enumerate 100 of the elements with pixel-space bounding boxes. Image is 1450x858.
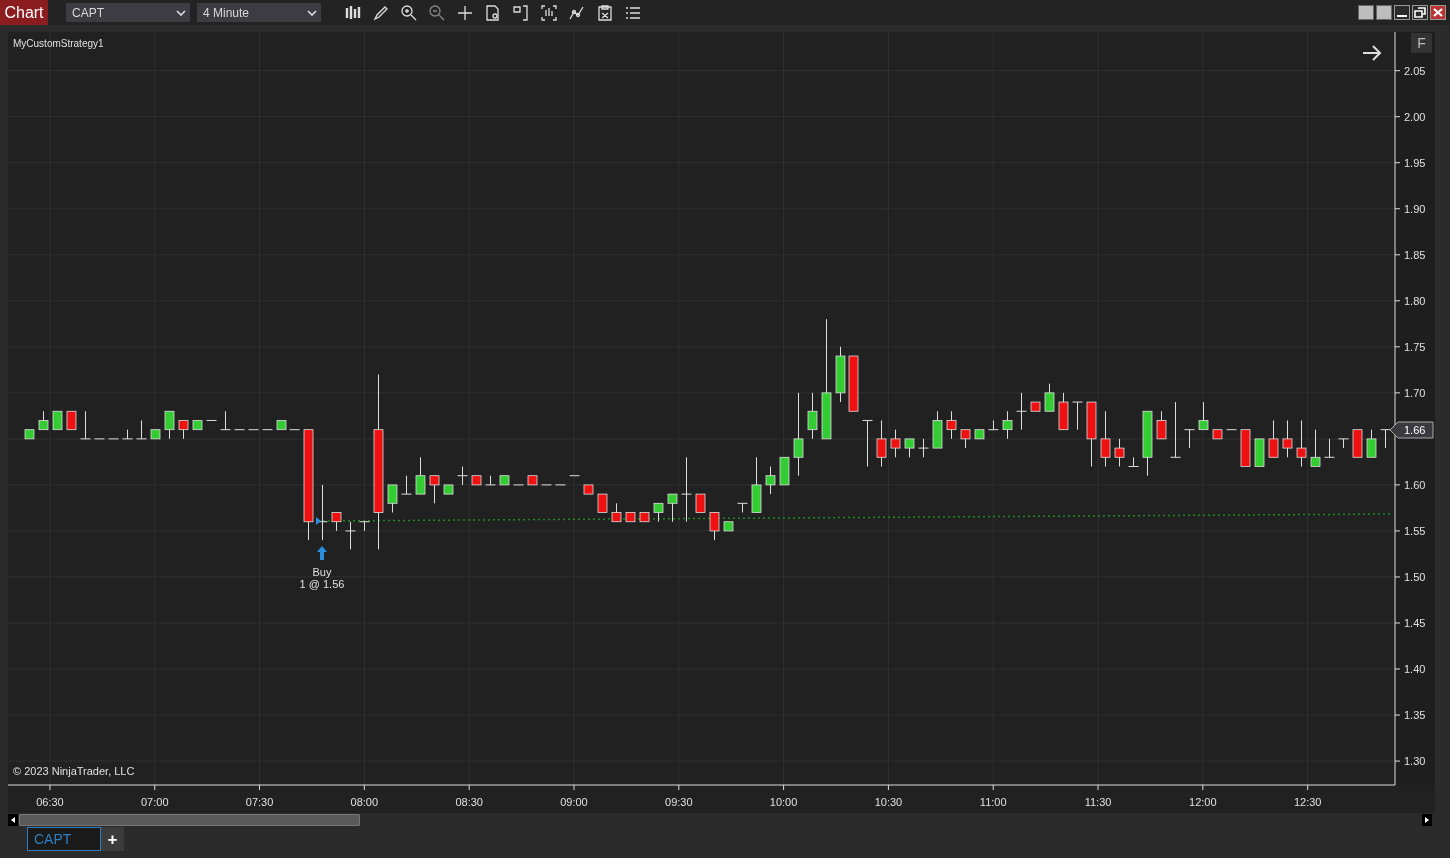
time-axis-label: 08:30 xyxy=(455,796,483,808)
candlestick xyxy=(1030,401,1041,412)
candlestick xyxy=(862,419,873,467)
bracket-icon xyxy=(512,3,530,22)
candlestick xyxy=(1240,429,1251,467)
candlestick xyxy=(38,410,49,431)
scroll-left-icon[interactable] xyxy=(8,814,18,826)
candlestick xyxy=(1114,438,1125,467)
price-axis-label: 1.90 xyxy=(1404,202,1426,215)
candlestick xyxy=(1380,429,1391,449)
candlestick xyxy=(625,512,636,523)
candlestick xyxy=(1296,419,1307,467)
candlestick xyxy=(1212,429,1223,440)
candlestick xyxy=(1352,429,1363,458)
restore-icon[interactable] xyxy=(1412,5,1428,20)
execution-label: Buy xyxy=(312,566,332,578)
candlestick xyxy=(331,512,342,532)
price-axis-label: 2.05 xyxy=(1404,64,1426,77)
price-axis-label: 1.70 xyxy=(1404,386,1426,399)
scale-button[interactable]: F xyxy=(1411,33,1432,53)
price-axis-label: 1.40 xyxy=(1404,663,1426,675)
time-axis-label: 07:00 xyxy=(140,796,169,808)
candlestick xyxy=(52,410,63,431)
candlestick xyxy=(848,355,859,412)
time-axis-label: 06:30 xyxy=(36,796,64,808)
arrow-up-icon xyxy=(317,546,327,560)
minimize-icon[interactable] xyxy=(1394,5,1410,20)
execution-detail: 1 @ 1.56 xyxy=(299,578,345,590)
candlestick xyxy=(192,420,203,431)
candlestick xyxy=(1170,401,1181,458)
crosshair-icon xyxy=(456,3,474,22)
candlestick xyxy=(904,438,915,458)
time-axis-label: 11:00 xyxy=(979,796,1007,808)
time-axis-label: 09:30 xyxy=(665,796,693,808)
candlestick-icon xyxy=(344,3,362,22)
time-axis-label: 10:00 xyxy=(769,796,798,808)
candlestick xyxy=(1282,419,1293,458)
candlestick xyxy=(695,493,706,513)
price-axis-label: 1.95 xyxy=(1404,156,1426,169)
candlestick xyxy=(359,521,370,532)
dropdown[interactable]: CAPT xyxy=(66,3,190,22)
arrow-right-icon[interactable] xyxy=(1362,45,1382,61)
price-axis-label: 1.80 xyxy=(1404,294,1426,307)
candlestick xyxy=(1310,429,1321,467)
scrollbar-thumb[interactable] xyxy=(19,814,360,826)
candlestick xyxy=(960,429,971,449)
document-search-icon xyxy=(484,3,502,22)
candlestick xyxy=(1072,401,1083,431)
copyright-text: © 2023 NinjaTrader, LLC xyxy=(13,765,135,777)
candlestick xyxy=(779,456,790,486)
dropdown[interactable]: 4 Minute xyxy=(197,3,321,22)
price-axis-label: 1.75 xyxy=(1404,340,1426,353)
candlestick xyxy=(164,410,175,440)
candlestick xyxy=(80,410,91,440)
price-axis-label: 1.30 xyxy=(1404,755,1426,768)
candlestick xyxy=(807,392,818,440)
chart-tab[interactable]: CAPT xyxy=(27,827,101,851)
candlestick xyxy=(276,420,287,431)
time-axis-label: 12:30 xyxy=(1293,796,1322,808)
candlestick xyxy=(499,475,510,486)
candlestick xyxy=(387,484,398,514)
candlestick xyxy=(946,410,957,440)
time-axis-label: 08:00 xyxy=(350,796,379,808)
close-icon[interactable] xyxy=(1430,5,1446,20)
chevron-down-icon xyxy=(307,9,317,16)
zoom-in-icon xyxy=(400,3,418,22)
add-tab-button[interactable]: + xyxy=(101,827,124,851)
price-axis-label: 1.45 xyxy=(1404,617,1426,629)
candlestick xyxy=(345,521,356,550)
candlestick xyxy=(178,419,189,440)
scroll-right-icon[interactable] xyxy=(1422,814,1432,826)
candlestick xyxy=(457,465,468,486)
candlestick xyxy=(737,502,748,514)
candlestick xyxy=(974,429,985,440)
clipboard-icon xyxy=(596,3,614,22)
candlestick xyxy=(1156,410,1167,440)
candlestick xyxy=(653,502,664,523)
candlestick xyxy=(136,419,147,440)
candlestick xyxy=(1128,456,1139,467)
candlestick xyxy=(66,410,77,431)
zoom-out-icon xyxy=(428,3,446,22)
candlestick xyxy=(527,475,538,486)
candlestick xyxy=(611,502,622,523)
price-axis-label: 1.55 xyxy=(1404,524,1426,537)
candlestick xyxy=(1184,429,1195,449)
candlestick xyxy=(1016,392,1027,431)
price-axis-label: 1.60 xyxy=(1404,478,1426,491)
candlestick xyxy=(24,429,35,440)
window-button[interactable] xyxy=(1358,5,1374,20)
candlestick xyxy=(1044,383,1055,412)
candlestick xyxy=(793,392,804,477)
window-title: Chart xyxy=(0,0,48,25)
candlestick xyxy=(1254,438,1265,467)
current-price-marker: 1.66 xyxy=(1389,421,1434,439)
candlestick xyxy=(723,521,734,532)
time-axis-label: 10:30 xyxy=(874,796,903,808)
candlestick xyxy=(583,484,594,495)
candlestick xyxy=(681,456,692,523)
candlestick xyxy=(1100,410,1111,467)
time-axis-label: 12:00 xyxy=(1189,796,1217,808)
